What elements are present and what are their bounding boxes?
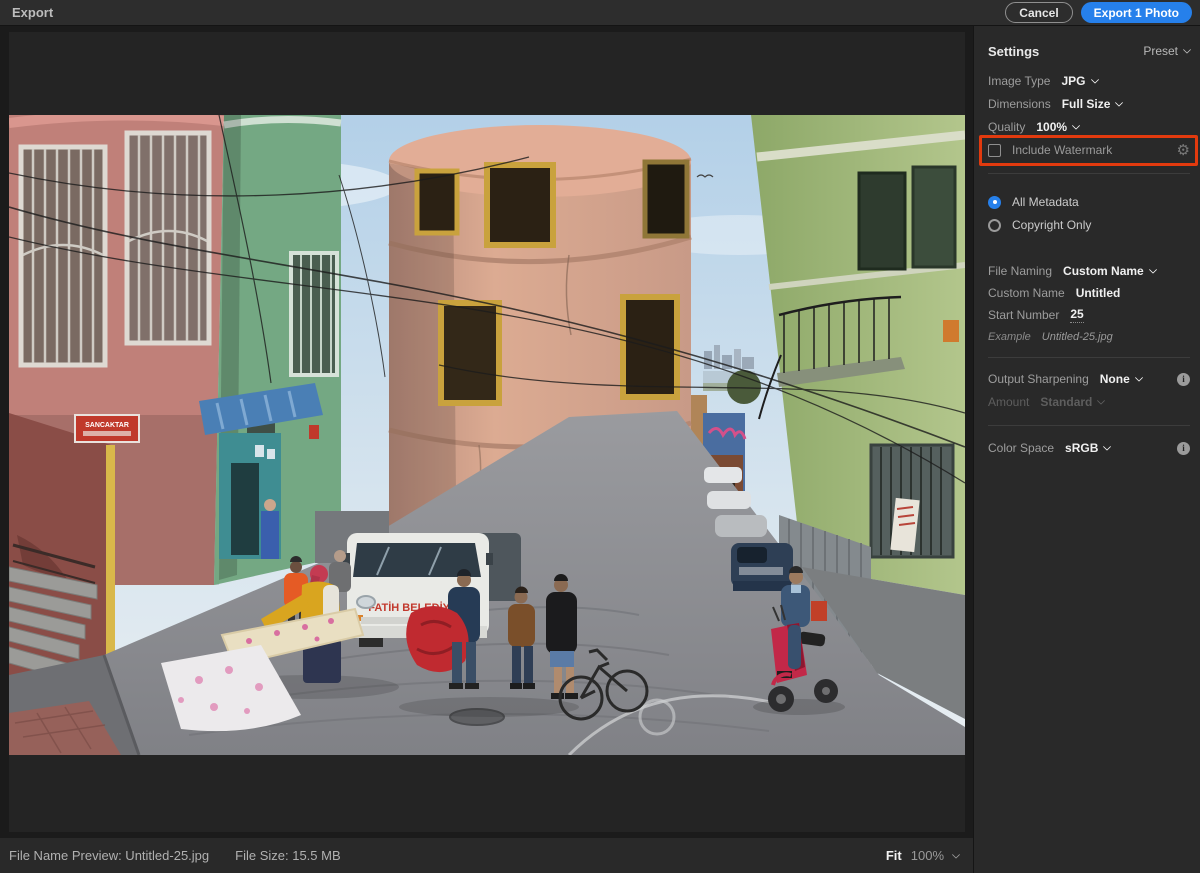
output-sharpening-label: Output Sharpening bbox=[988, 372, 1089, 386]
color-space-dropdown[interactable]: sRGB bbox=[1065, 441, 1110, 455]
include-watermark-row: Include Watermark ⚙ bbox=[988, 141, 1190, 159]
example-value: Untitled-25.jpg bbox=[1042, 331, 1113, 343]
chevron-down-icon bbox=[1097, 396, 1105, 404]
all-metadata-radio[interactable] bbox=[988, 196, 1001, 209]
divider bbox=[988, 173, 1190, 174]
statusbar: File Name Preview: Untitled-25.jpg File … bbox=[0, 838, 973, 873]
street-sign: SANCAKTAR bbox=[75, 415, 139, 442]
color-space-info-icon[interactable]: i bbox=[1177, 442, 1190, 455]
titlebar-buttons: Cancel Export 1 Photo bbox=[1005, 2, 1192, 23]
include-watermark-label: Include Watermark bbox=[1012, 143, 1112, 157]
all-metadata-label: All Metadata bbox=[1012, 195, 1079, 209]
amount-label: Amount bbox=[988, 395, 1029, 409]
file-naming-label: File Naming bbox=[988, 264, 1052, 278]
all-metadata-row: All Metadata bbox=[988, 193, 1190, 211]
file-naming-row: File Naming Custom Name bbox=[988, 262, 1190, 280]
image-type-label: Image Type bbox=[988, 74, 1050, 88]
start-number-row: Start Number 25 bbox=[988, 306, 1190, 324]
settings-title: Settings bbox=[988, 44, 1039, 59]
settings-header: Settings Preset bbox=[988, 42, 1190, 60]
chevron-down-icon bbox=[1103, 442, 1111, 450]
export-dialog: Export Cancel Export 1 Photo bbox=[0, 0, 1200, 873]
preview-canvas: SANCAKTAR bbox=[0, 26, 973, 838]
include-watermark-checkbox[interactable] bbox=[988, 144, 1001, 157]
dimensions-label: Dimensions bbox=[988, 97, 1051, 111]
image-type-row: Image Type JPG bbox=[988, 72, 1190, 90]
color-space-label: Color Space bbox=[988, 441, 1054, 455]
chevron-down-icon bbox=[1135, 373, 1143, 381]
export-button[interactable]: Export 1 Photo bbox=[1081, 2, 1192, 23]
copyright-only-radio[interactable] bbox=[988, 219, 1001, 232]
sign-text: SANCAKTAR bbox=[85, 422, 129, 429]
fit-label[interactable]: Fit bbox=[886, 848, 902, 863]
copyright-only-row: Copyright Only bbox=[988, 216, 1190, 234]
output-sharpening-row: Output Sharpening None i bbox=[988, 370, 1190, 388]
image-type-dropdown[interactable]: JPG bbox=[1061, 74, 1097, 88]
chevron-down-icon bbox=[1148, 265, 1156, 273]
dimensions-row: Dimensions Full Size bbox=[988, 95, 1190, 113]
example-row: Example Untitled-25.jpg bbox=[988, 328, 1190, 346]
cancel-button[interactable]: Cancel bbox=[1005, 2, 1072, 23]
start-number-input[interactable]: 25 bbox=[1070, 307, 1083, 323]
output-sharpening-info-icon[interactable]: i bbox=[1177, 373, 1190, 386]
divider bbox=[988, 357, 1190, 358]
chevron-down-icon bbox=[1072, 121, 1080, 129]
file-size: File Size: 15.5 MB bbox=[235, 848, 341, 863]
divider bbox=[988, 425, 1190, 426]
zoom-level[interactable]: 100% bbox=[911, 848, 944, 863]
titlebar: Export Cancel Export 1 Photo bbox=[0, 0, 1200, 26]
chevron-down-icon bbox=[1183, 45, 1191, 53]
custom-name-row: Custom Name Untitled bbox=[988, 284, 1190, 302]
chevron-down-icon[interactable] bbox=[952, 850, 960, 858]
quality-dropdown[interactable]: 100% bbox=[1036, 120, 1079, 134]
quality-row: Quality 100% bbox=[988, 118, 1190, 136]
file-naming-dropdown[interactable]: Custom Name bbox=[1063, 264, 1156, 278]
dimensions-dropdown[interactable]: Full Size bbox=[1062, 97, 1123, 111]
quality-label: Quality bbox=[988, 120, 1025, 134]
zoom-control[interactable]: Fit 100% bbox=[886, 848, 959, 863]
photo-preview: SANCAKTAR bbox=[9, 115, 965, 755]
dialog-title: Export bbox=[12, 5, 53, 20]
watermark-settings-gear-icon[interactable]: ⚙ bbox=[1177, 143, 1190, 158]
custom-name-label: Custom Name bbox=[988, 286, 1065, 300]
custom-name-input[interactable]: Untitled bbox=[1076, 286, 1121, 300]
amount-dropdown[interactable]: Standard bbox=[1040, 395, 1104, 409]
settings-sidebar: Settings Preset Image Type JPG Dimension… bbox=[973, 26, 1200, 873]
output-sharpening-dropdown[interactable]: None bbox=[1100, 372, 1142, 386]
start-number-label: Start Number bbox=[988, 308, 1059, 322]
amount-row: Amount Standard bbox=[988, 393, 1190, 411]
copyright-only-label: Copyright Only bbox=[1012, 218, 1091, 232]
preset-dropdown[interactable]: Preset bbox=[1143, 44, 1190, 58]
file-name-preview: File Name Preview: Untitled-25.jpg bbox=[9, 848, 209, 863]
chevron-down-icon bbox=[1115, 98, 1123, 106]
example-label: Example bbox=[988, 331, 1031, 343]
color-space-row: Color Space sRGB i bbox=[988, 439, 1190, 457]
chevron-down-icon bbox=[1090, 75, 1098, 83]
